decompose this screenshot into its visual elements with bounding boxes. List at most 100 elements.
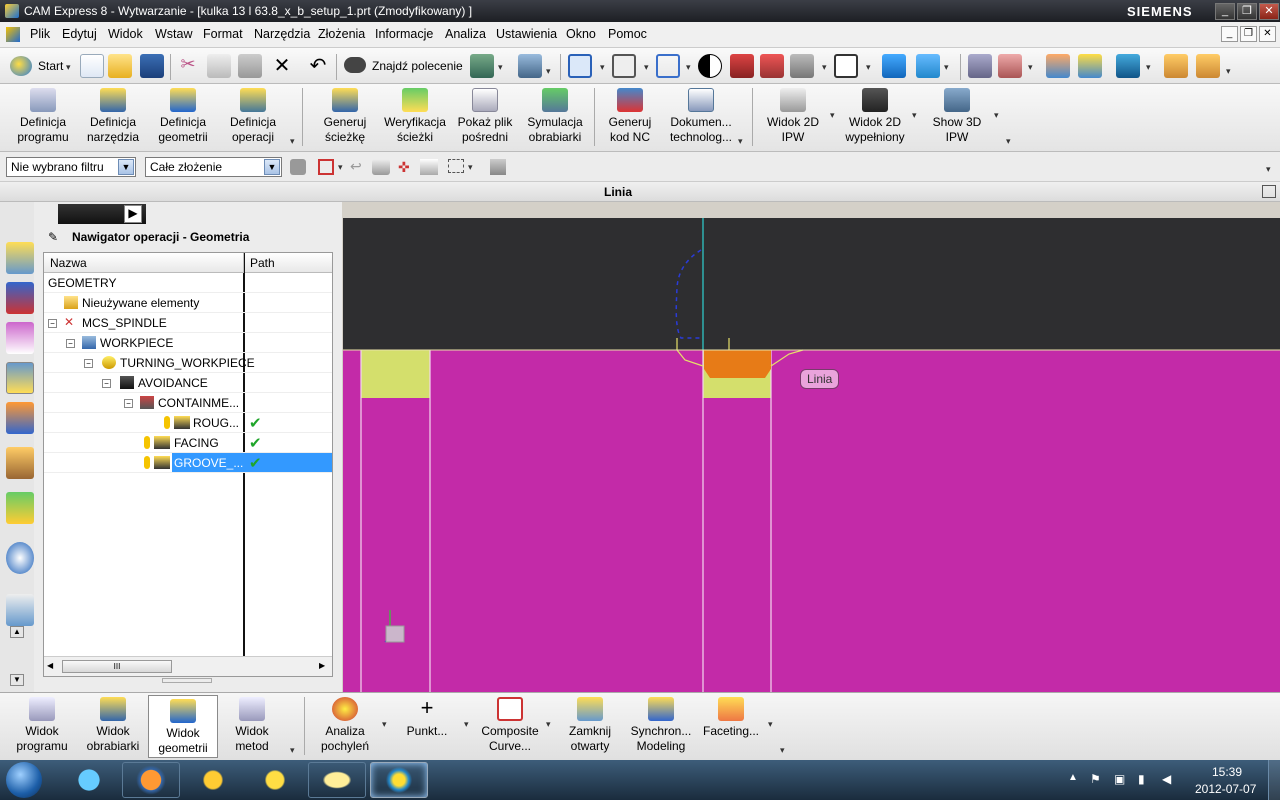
menu-format[interactable]: Format	[203, 27, 243, 41]
geometry-view-button[interactable]: Widok geometrii	[148, 695, 218, 758]
arrow-icon[interactable]: ↩	[350, 158, 362, 175]
layer-icon[interactable]	[968, 54, 992, 78]
method-view-button[interactable]: Widok metod	[220, 697, 284, 757]
graphics-window[interactable]: Linia	[343, 218, 1280, 692]
edit-object-icon[interactable]	[1046, 54, 1070, 78]
reuse-library-icon[interactable]	[6, 447, 34, 479]
expand-toggle-icon[interactable]: −	[102, 379, 111, 388]
rectangle-select-icon[interactable]	[448, 159, 464, 173]
tree-row-roughing[interactable]: ROUG... ✔	[44, 413, 332, 433]
shop-documentation-button[interactable]: Dokumen... technolog...	[664, 88, 738, 148]
show-hidden-icons-icon[interactable]: ▲	[1068, 772, 1078, 783]
snap-point-icon[interactable]	[318, 159, 334, 175]
operation-navigator-icon[interactable]	[6, 362, 34, 394]
machine-simulation-button[interactable]: Symulacja obrabiarki	[520, 88, 590, 148]
ipw-2d-filled-button[interactable]: Widok 2D wypełniony	[840, 88, 910, 148]
scroll-right-icon[interactable]: ▶	[319, 661, 325, 670]
shaded-cube-icon[interactable]	[730, 54, 754, 78]
nx-app-icon[interactable]	[370, 762, 428, 798]
volume-icon[interactable]: ◀	[1162, 772, 1171, 786]
paste-icon[interactable]	[238, 54, 262, 78]
wireframe-cube-icon[interactable]	[656, 54, 680, 78]
save-icon[interactable]	[140, 54, 164, 78]
background-icon[interactable]	[834, 54, 858, 78]
expand-toggle-icon[interactable]: −	[84, 359, 93, 368]
cut-icon[interactable]: ✂	[176, 54, 200, 78]
flag-icon[interactable]: ⚑	[1090, 772, 1101, 786]
move-icon[interactable]	[916, 54, 940, 78]
menu-ustawienia[interactable]: Ustawienia	[496, 27, 557, 41]
clock-time[interactable]: 15:39	[1212, 765, 1242, 779]
tree-row-mcs-spindle[interactable]: − ✕ MCS_SPINDLE	[44, 313, 332, 333]
show-intermediate-button[interactable]: Pokaż plik pośredni	[450, 88, 520, 148]
machine-navigator-icon[interactable]	[6, 402, 34, 434]
menu-zlozenia[interactable]: Złożenia	[318, 27, 365, 41]
internet-explorer-icon[interactable]	[60, 762, 118, 798]
find-command-button[interactable]: Znajdź polecenie	[344, 54, 464, 78]
chevron-down-icon[interactable]: ▾	[944, 62, 949, 73]
column-name-header[interactable]: Nazwa	[50, 256, 87, 270]
chevron-down-icon[interactable]: ▾	[912, 110, 917, 121]
chevron-down-icon[interactable]: ▾	[644, 62, 649, 73]
measure-icon[interactable]	[1116, 54, 1140, 78]
tree-row-turning-workpiece[interactable]: − TURNING_WORKPIECE	[44, 353, 332, 373]
create-tool-button[interactable]: Definicja narzędzia	[78, 88, 148, 148]
snap-icon[interactable]	[518, 54, 542, 78]
library-icon[interactable]	[6, 492, 34, 524]
ipw-2d-button[interactable]: Widok 2D IPW	[758, 88, 828, 148]
pin-icon[interactable]: ✎	[48, 230, 58, 244]
chevron-down-icon[interactable]: ▾	[464, 719, 469, 730]
show-3d-ipw-button[interactable]: Show 3D IPW	[922, 88, 992, 148]
machine-tool-view-button[interactable]: Widok obrabiarki	[78, 697, 148, 757]
chevron-down-icon[interactable]: ▾	[780, 745, 785, 756]
generate-path-button[interactable]: Generuj ścieżkę	[310, 88, 380, 148]
synchronous-modeling-button[interactable]: Synchron... Modeling	[626, 697, 696, 757]
view-orient-icon[interactable]	[612, 54, 636, 78]
scroll-left-icon[interactable]: ◀	[47, 661, 53, 670]
clock-date[interactable]: 2012-07-07	[1195, 782, 1256, 796]
create-operation-button[interactable]: Definicja operacji	[218, 88, 288, 148]
chevron-down-icon[interactable]: ▾	[866, 62, 871, 73]
chevron-down-icon[interactable]: ▾	[382, 719, 387, 730]
multi-select-icon[interactable]	[420, 159, 438, 175]
maximize-button[interactable]: ❐	[1237, 3, 1257, 20]
undo-icon[interactable]: ↶	[306, 54, 330, 78]
cube-icon[interactable]	[490, 159, 506, 175]
postprocess-button[interactable]: Generuj kod NC	[598, 88, 662, 148]
chevron-down-icon[interactable]: ▾	[546, 66, 551, 77]
chevron-down-icon[interactable]: ▾	[290, 745, 295, 756]
type-filter-select[interactable]: Nie wybrano filtru ▼	[6, 157, 136, 177]
panel-resize-handle[interactable]	[162, 678, 212, 683]
wcs-icon[interactable]	[998, 54, 1022, 78]
windows-start-icon[interactable]	[6, 762, 42, 798]
selection-icon[interactable]	[470, 54, 494, 78]
tree-row-avoidance[interactable]: − AVOIDANCE	[44, 373, 332, 393]
expand-toggle-icon[interactable]: −	[48, 319, 57, 328]
show-desktop-button[interactable]	[1268, 760, 1280, 800]
verify-path-button[interactable]: Weryfikacja ścieżki	[380, 88, 450, 148]
scroll-thumb[interactable]: III	[62, 660, 172, 673]
chevron-down-icon[interactable]: ▾	[822, 62, 827, 73]
composite-curve-button[interactable]: Composite Curve...	[476, 697, 544, 757]
delete-icon[interactable]: ✕	[270, 54, 294, 78]
ruler-icon[interactable]	[1164, 54, 1188, 78]
edges-cube-icon[interactable]	[760, 54, 784, 78]
menu-wstaw[interactable]: Wstaw	[155, 27, 193, 41]
fit-view-icon[interactable]	[568, 54, 592, 78]
draft-analysis-button[interactable]: Analiza pochyleń	[312, 697, 378, 757]
face-select-icon[interactable]	[372, 159, 390, 175]
chevron-down-icon[interactable]: ▾	[738, 136, 743, 147]
chevron-down-icon[interactable]: ▾	[1028, 62, 1033, 73]
chevron-down-icon[interactable]: ▾	[1146, 62, 1151, 73]
close-open-button[interactable]: Zamknij otwarty	[558, 697, 622, 757]
model-view[interactable]	[343, 218, 1280, 692]
tree-row-unused[interactable]: Nieużywane elementy	[44, 293, 332, 313]
chevron-down-icon[interactable]: ▾	[1266, 164, 1271, 175]
expand-toggle-icon[interactable]: −	[66, 339, 75, 348]
faceting-button[interactable]: Faceting...	[698, 697, 764, 757]
explorer-folder-icon[interactable]	[308, 762, 366, 798]
minimize-button[interactable]: _	[1215, 3, 1235, 20]
tree-row-workpiece[interactable]: − WORKPIECE	[44, 333, 332, 353]
device-icon[interactable]: ▣	[1114, 772, 1125, 786]
game-icon[interactable]	[246, 762, 304, 798]
